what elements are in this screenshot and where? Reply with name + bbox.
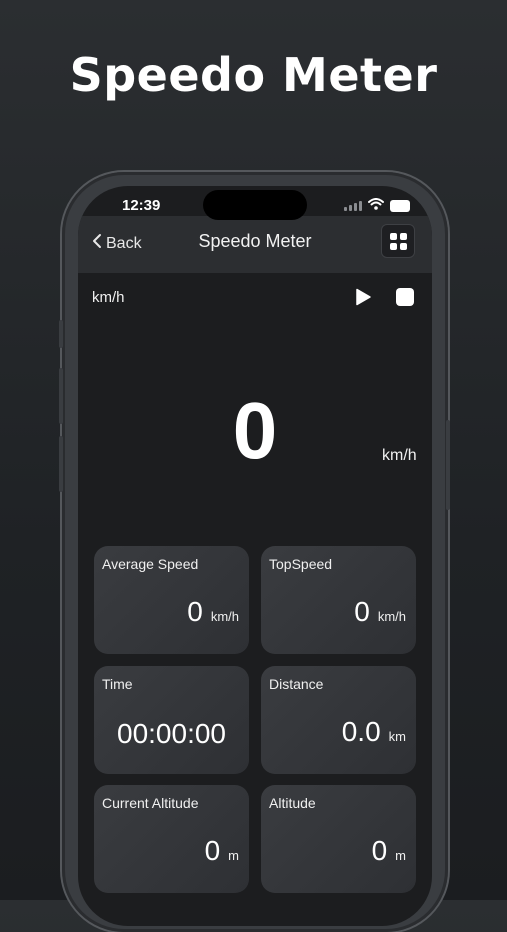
altitude-unit: m — [395, 848, 406, 863]
distance-card: Distance 0.0 km — [261, 666, 416, 774]
phone-volume-up-button — [59, 368, 63, 424]
phone-volume-down-button — [59, 436, 63, 492]
card-label: Distance — [269, 676, 324, 692]
app-screen: Back Speedo Meter 12:39 km/h 0 km/h Aver… — [78, 186, 432, 926]
cellular-signal-icon — [344, 201, 362, 211]
play-button[interactable] — [354, 288, 372, 306]
navigation-bar: Back Speedo Meter — [78, 216, 432, 273]
current-altitude-unit: m — [228, 848, 239, 863]
play-icon — [356, 288, 371, 306]
card-label: Altitude — [269, 795, 316, 811]
promo-headline: Speedo Meter — [69, 48, 438, 102]
card-label: Average Speed — [102, 556, 199, 572]
current-altitude-value: 0 — [204, 835, 221, 866]
phone-power-button — [446, 420, 450, 510]
current-altitude-card: Current Altitude 0 m — [94, 785, 249, 893]
top-speed-card: TopSpeed 0 km/h — [261, 546, 416, 654]
card-label: Time — [102, 676, 133, 692]
wifi-icon — [368, 197, 384, 215]
speed-unit-selector[interactable]: km/h — [92, 289, 125, 306]
stop-button[interactable] — [396, 288, 414, 306]
altitude-value: 0 — [371, 835, 388, 866]
status-time: 12:39 — [122, 197, 161, 214]
average-speed-value: 0 — [187, 596, 203, 627]
page-title: Speedo Meter — [198, 231, 312, 251]
current-speed-unit: km/h — [382, 447, 417, 464]
current-speed-value: 0 — [232, 386, 278, 475]
card-label: TopSpeed — [269, 556, 333, 572]
average-speed-card: Average Speed 0 km/h — [94, 546, 249, 654]
time-card: Time 00:00:00 — [94, 666, 249, 774]
card-label: Current Altitude — [102, 795, 199, 811]
distance-value: 0.0 — [341, 716, 381, 747]
top-speed-value: 0 — [354, 596, 370, 627]
phone-side-button — [59, 320, 63, 348]
distance-unit: km — [388, 729, 406, 744]
altitude-card: Altitude 0 m — [261, 785, 416, 893]
elapsed-time-value: 00:00:00 — [117, 718, 226, 749]
grid-menu-icon — [389, 232, 397, 240]
battery-icon — [390, 200, 410, 212]
status-icons — [344, 197, 410, 215]
dynamic-island — [203, 190, 307, 220]
grid-menu-button[interactable] — [381, 224, 415, 258]
top-speed-unit: km/h — [377, 609, 406, 624]
average-speed-unit: km/h — [210, 609, 239, 624]
